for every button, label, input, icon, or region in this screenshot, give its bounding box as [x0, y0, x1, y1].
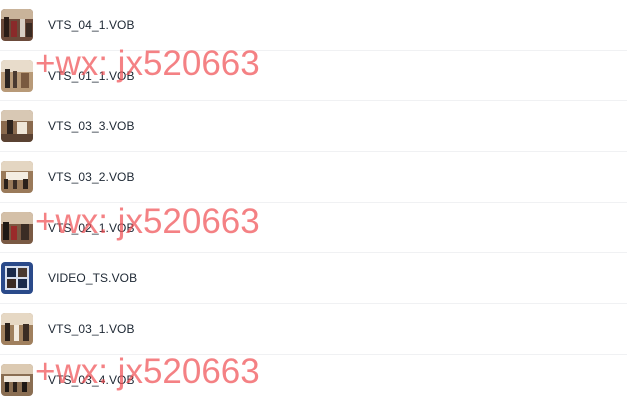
file-list: VTS_04_1.VOB VTS_01_1.VOB VTS_03_3.VOB V… — [0, 0, 627, 406]
file-browser: VTS_04_1.VOB VTS_01_1.VOB VTS_03_3.VOB V… — [0, 0, 627, 406]
file-row[interactable]: VTS_02_1.VOB — [0, 203, 627, 254]
video-thumbnail — [1, 110, 33, 143]
file-row[interactable]: VTS_03_4.VOB — [0, 355, 627, 406]
dvd-menu-thumbnail — [1, 262, 33, 295]
video-thumbnail — [1, 8, 33, 41]
file-row[interactable]: VTS_03_2.VOB — [0, 152, 627, 203]
file-name: VTS_02_1.VOB — [48, 220, 135, 235]
video-thumbnail — [1, 211, 33, 244]
file-name: VTS_03_2.VOB — [48, 169, 135, 184]
file-row[interactable]: VTS_03_1.VOB — [0, 304, 627, 355]
file-name: VTS_04_1.VOB — [48, 17, 135, 32]
video-thumbnail — [1, 59, 33, 92]
file-name: VTS_03_1.VOB — [48, 321, 135, 336]
video-thumbnail — [1, 160, 33, 193]
file-row[interactable]: VTS_03_3.VOB — [0, 101, 627, 153]
file-name: VTS_03_3.VOB — [48, 119, 135, 134]
file-name: VIDEO_TS.VOB — [48, 271, 138, 286]
video-thumbnail — [1, 364, 33, 397]
file-name: VTS_03_4.VOB — [48, 373, 135, 388]
file-row[interactable]: VIDEO_TS.VOB — [0, 253, 627, 305]
file-name: VTS_01_1.VOB — [48, 68, 135, 83]
file-row[interactable]: VTS_04_1.VOB — [0, 0, 627, 51]
file-row[interactable]: VTS_01_1.VOB — [0, 51, 627, 102]
video-thumbnail — [1, 312, 33, 345]
